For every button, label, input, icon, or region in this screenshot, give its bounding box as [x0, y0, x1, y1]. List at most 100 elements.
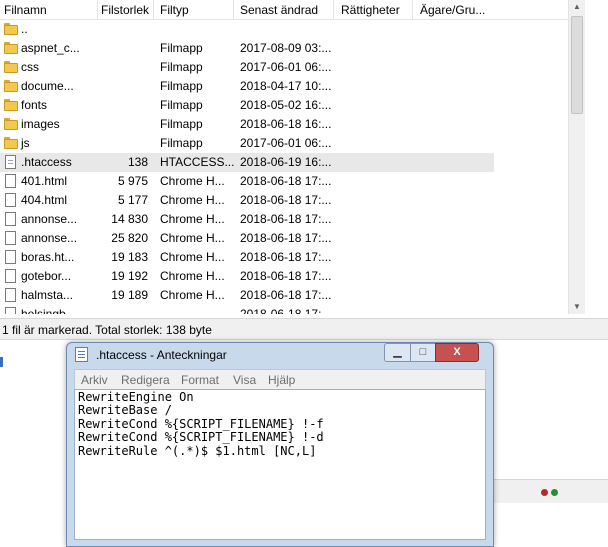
queue-indicator-red-icon: [541, 489, 548, 496]
maximize-button[interactable]: □: [410, 343, 436, 362]
folder-icon: [4, 42, 18, 54]
file-row[interactable]: ..: [0, 20, 568, 39]
notepad-menu-bar: Arkiv Redigera Format Visa Hjälp: [74, 369, 486, 389]
file-type: Filmapp: [160, 98, 203, 112]
queue-indicator-green-icon: [551, 489, 558, 496]
column-separator[interactable]: [333, 0, 334, 20]
file-row[interactable]: docume... Filmapp 2018-04-17 10:...: [0, 77, 568, 96]
column-separator[interactable]: [97, 0, 98, 20]
file-row[interactable]: fonts Filmapp 2018-05-02 16:...: [0, 96, 568, 115]
file-row[interactable]: annonse... 25 820 Chrome H... 2018-06-18 17…: [0, 229, 568, 248]
file-size: 5 177: [117, 193, 148, 207]
column-header-modified[interactable]: Senast ändrad: [240, 3, 318, 17]
menu-redigera[interactable]: Redigera: [121, 373, 170, 387]
file-modified: 2018-06-18 17:...: [240, 269, 332, 283]
column-header-permissions[interactable]: Rättigheter: [341, 3, 400, 17]
notepad-title: .htaccess - Anteckningar: [96, 348, 227, 362]
file-list-header: Filnamn Filstorlek Filtyp Senast ändrad …: [0, 0, 568, 20]
menu-format[interactable]: Format: [181, 373, 219, 387]
file-row[interactable]: gotebor... 19 192 Chrome H... 2018-06-18 17…: [0, 267, 568, 286]
folder-icon: [4, 137, 18, 149]
file-modified: 2018-04-17 10:...: [240, 79, 332, 93]
file-modified: 2018-06-18 17:...: [240, 174, 332, 188]
file-size: 138: [127, 155, 148, 169]
file-name: aspnet_c...: [21, 41, 80, 55]
file-row[interactable]: 404.html 5 177 Chrome H... 2018-06-18 17:..…: [0, 191, 568, 210]
file-type: Filmapp: [160, 136, 203, 150]
file-size: 19 192: [111, 269, 148, 283]
file-size: 14 830: [111, 212, 148, 226]
folder-icon: [4, 23, 18, 35]
file-name: js: [21, 136, 30, 150]
file-type: Chrome H...: [160, 212, 225, 226]
file-type: Chrome H...: [160, 250, 225, 264]
file-size: 19 189: [111, 288, 148, 302]
file-row[interactable]: .htaccess 138 HTACCESS... 2018-06-19 16:...: [0, 153, 568, 172]
file-modified: 2017-06-01 06:...: [240, 60, 332, 74]
file-type: Chrome H...: [160, 174, 225, 188]
notepad-window: .htaccess - Anteckningar ▁ □ X Arkiv Red…: [66, 342, 494, 547]
file-row[interactable]: images Filmapp 2018-06-18 16:...: [0, 115, 568, 134]
file-modified: 2018-06-18 17:...: [240, 231, 332, 245]
file-name: fonts: [21, 98, 48, 112]
scrollbar-thumb[interactable]: [571, 16, 583, 114]
folder-icon: [4, 118, 18, 130]
folder-icon: [4, 99, 18, 111]
minimize-button[interactable]: ▁: [384, 343, 411, 362]
file-row[interactable]: helsingb... 2018-06-18 17:...: [0, 305, 568, 314]
status-text: 1 fil är markerad. Total storlek: 138 by…: [2, 323, 212, 337]
file-modified: 2018-06-18 16:...: [240, 117, 332, 131]
file-modified: 2018-06-18 17:...: [240, 193, 332, 207]
file-type: Chrome H...: [160, 269, 225, 283]
file-type: Chrome H...: [160, 288, 225, 302]
vertical-scrollbar[interactable]: ▲ ▼: [568, 0, 585, 314]
queue-status-bar: [492, 479, 608, 503]
file-name: ..: [21, 22, 28, 36]
file-modified: 2018-06-18 17:...: [240, 288, 332, 302]
file-type: Chrome H...: [160, 231, 225, 245]
file-size: 5 975: [117, 174, 148, 188]
file-type: Chrome H...: [160, 193, 225, 207]
column-header-type[interactable]: Filtyp: [160, 3, 189, 17]
menu-arkiv[interactable]: Arkiv: [81, 373, 108, 387]
file-modified: 2018-06-18 17:...: [240, 212, 332, 226]
file-type: Filmapp: [160, 117, 203, 131]
file-type: Filmapp: [160, 41, 203, 55]
file-row[interactable]: halmsta... 19 189 Chrome H... 2018-06-18 17…: [0, 286, 568, 305]
file-name: helsingb...: [21, 307, 76, 314]
file-modified: 2017-06-01 06:...: [240, 136, 332, 150]
notepad-text-area[interactable]: RewriteEngine On RewriteBase / RewriteCo…: [74, 389, 486, 540]
file-list[interactable]: .. aspnet_c... Filmapp 2017-08-09 03:... css…: [0, 20, 568, 314]
file-row[interactable]: boras.ht... 19 183 Chrome H... 2018-06-18 1…: [0, 248, 568, 267]
file-size: 25 820: [111, 231, 148, 245]
close-button[interactable]: X: [435, 343, 479, 362]
menu-hjalp[interactable]: Hjälp: [268, 373, 295, 387]
scroll-up-arrow-icon[interactable]: ▲: [573, 2, 581, 11]
file-type: Filmapp: [160, 60, 203, 74]
file-row[interactable]: css Filmapp 2017-06-01 06:...: [0, 58, 568, 77]
column-header-owner[interactable]: Ägare/Gru...: [420, 3, 485, 17]
notepad-content[interactable]: RewriteEngine On RewriteBase / RewriteCo…: [78, 390, 324, 458]
scroll-down-arrow-icon[interactable]: ▼: [573, 302, 581, 311]
menu-visa[interactable]: Visa: [233, 373, 256, 387]
column-header-name[interactable]: Filnamn: [4, 3, 47, 17]
file-row[interactable]: annonse... 14 830 Chrome H... 2018-06-18 17…: [0, 210, 568, 229]
file-name: docume...: [21, 79, 74, 93]
file-row[interactable]: 401.html 5 975 Chrome H... 2018-06-18 17:..…: [0, 172, 568, 191]
file-type: Filmapp: [160, 79, 203, 93]
pane-edge-marker: [0, 357, 3, 367]
file-modified: 2017-08-09 03:...: [240, 41, 332, 55]
file-name: images: [21, 117, 60, 131]
file-modified: 2018-06-18 17:...: [240, 250, 332, 264]
file-row[interactable]: js Filmapp 2017-06-01 06:...: [0, 134, 568, 153]
file-row[interactable]: aspnet_c... Filmapp 2017-08-09 03:...: [0, 39, 568, 58]
file-type: HTACCESS...: [160, 155, 235, 169]
file-modified: 2018-06-18 17:...: [240, 307, 332, 314]
column-separator[interactable]: [153, 0, 154, 20]
column-separator[interactable]: [233, 0, 234, 20]
notepad-app-icon[interactable]: [75, 347, 88, 362]
file-icon: [5, 307, 16, 314]
status-bar: 1 fil är markerad. Total storlek: 138 by…: [0, 318, 608, 340]
column-header-size[interactable]: Filstorlek: [101, 3, 149, 17]
column-separator[interactable]: [412, 0, 413, 20]
